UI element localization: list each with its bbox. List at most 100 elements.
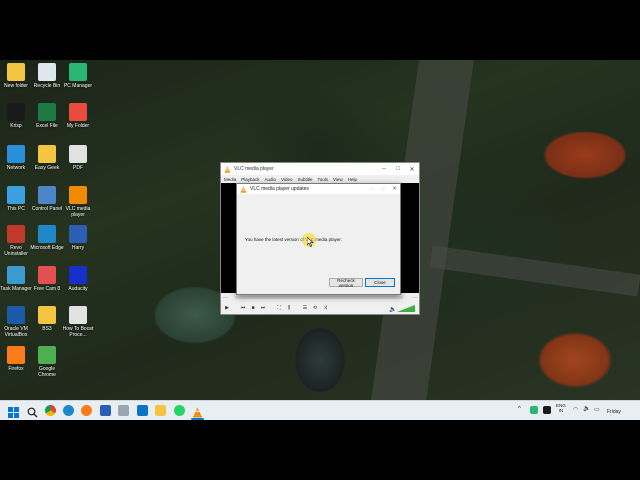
desktop-icon-label: PC Manager [63,83,93,89]
svg-text:🔈: 🔈 [389,306,396,312]
shuffle-icon[interactable]: ⤨ [321,304,329,312]
desktop-icon[interactable]: PDF [61,145,95,171]
mail-taskbar-icon[interactable] [137,405,148,416]
desktop-icon[interactable]: Free Cam 8 [30,266,64,292]
mouse-pointer-icon [307,237,314,247]
desktop-icon[interactable]: Recycle Bin [30,63,64,89]
krisp-icon [7,103,25,121]
house-folder-icon [69,103,87,121]
desktop-icon-label: Krisp [10,123,22,129]
desktop-icon[interactable]: This PC [0,186,33,212]
folder-icon [38,306,56,324]
file-explorer-icon[interactable] [155,405,166,416]
playback-controls: ▶ ⏮ ■ ⏭ ⛶ ⫼ ☰ ⟲ ⤨ [223,303,329,313]
wifi-icon[interactable]: ◠ [573,406,578,413]
loop-icon[interactable]: ⟲ [311,304,319,312]
desktop-icon[interactable]: Task Manager [0,266,33,292]
desktop-icon[interactable]: BS3 [30,306,64,332]
desktop-icon-label: Network [6,165,26,171]
previous-icon[interactable]: ⏮ [239,304,247,312]
road-horizontal [429,245,640,297]
tray-app-icon[interactable] [530,406,538,414]
desktop-icon[interactable]: Control Panel [30,186,64,212]
tray-krisp-icon[interactable] [543,406,551,414]
battery-icon[interactable]: ▭ [594,406,600,413]
desktop-icon[interactable]: Network [0,145,33,171]
this-pc-icon [7,186,25,204]
next-icon[interactable]: ⏭ [259,304,267,312]
minimize-icon[interactable]: – [377,166,391,173]
menu-video[interactable]: Video [281,177,292,182]
desktop-icon[interactable]: Harry [61,225,95,251]
recheck-version-button[interactable]: Recheck version [329,278,363,288]
letterbox-top [0,0,640,60]
excel-icon [38,103,56,121]
speaker-icon[interactable]: 🔈 [583,405,590,412]
desktop-icon-label: How To Boost Proce... [62,326,94,338]
desktop-icon[interactable]: Easy Geek [30,145,64,171]
whatsapp-icon[interactable] [174,405,185,416]
desktop-icon[interactable]: PC Manager [61,63,95,89]
menu-audio[interactable]: Audio [265,177,277,182]
edge-icon [38,225,56,243]
pc-manager-icon [69,63,87,81]
volume-slider[interactable]: 🔈 [389,305,415,312]
start-icon[interactable] [8,405,19,418]
total-time: --:-- [411,295,417,299]
desktop-icon[interactable]: How To Boost Proce... [61,306,95,338]
desktop-icon-label: Recycle Bin [33,83,61,89]
edge-taskbar-icon[interactable] [63,405,74,416]
desktop-icon[interactable]: Krisp [0,103,33,129]
desktop-icon[interactable]: Excel File [30,103,64,129]
close-button[interactable]: Close [365,278,395,287]
firefox-taskbar-icon[interactable] [81,405,92,416]
clock-day[interactable]: Friday [607,409,621,415]
desktop-icon-label: My Folder [66,123,90,129]
desktop-icon[interactable]: Oracle VM VirtualBox [0,306,33,338]
menu-view[interactable]: View [333,177,343,182]
dialog-title-bar[interactable]: VLC media player updates – □ ✕ [237,184,400,194]
vlc-taskbar-icon[interactable] [192,405,203,418]
vlc-icon [69,186,87,204]
dialog-minimize-icon[interactable]: – [367,186,378,192]
chrome-taskbar-icon[interactable] [45,405,56,416]
notes-taskbar-icon[interactable] [100,405,111,416]
desktop-icon[interactable]: Revo Uninstaller [0,225,33,257]
close-icon[interactable]: ✕ [405,166,419,173]
extended-settings-icon[interactable]: ⫼ [285,304,293,312]
desktop-icon-label: BS3 [42,326,52,332]
menu-media[interactable]: Media [224,177,236,182]
dialog-close-icon[interactable]: ✕ [389,186,400,192]
desktop-icon[interactable]: Audacity [61,266,95,292]
lang-line2: IN [558,408,564,413]
desktop-icon[interactable]: VLC media player [61,186,95,218]
play-icon[interactable]: ▶ [223,304,231,312]
language-indicator[interactable]: ENG IN [556,403,566,413]
audacity-icon [69,266,87,284]
maximize-icon[interactable]: □ [391,166,405,173]
desktop-icon[interactable]: Microsoft Edge [30,225,64,251]
tray-chevron-icon[interactable]: ^ [518,406,521,412]
desktop-icon[interactable]: Google Chrome [30,346,64,378]
vlc-title-bar[interactable]: VLC media player – □ ✕ [221,163,419,175]
desktop-icon[interactable]: New folder [0,63,33,89]
seek-bar[interactable] [235,296,403,299]
menu-subtitle[interactable]: Subtitle [297,177,312,182]
terminal-taskbar-icon[interactable] [118,405,129,416]
menu-playback[interactable]: Playback [241,177,259,182]
menu-tools[interactable]: Tools [318,177,329,182]
stop-icon[interactable]: ■ [249,304,257,312]
desktop-icon[interactable]: Firefox [0,346,33,372]
search-icon[interactable] [27,405,38,418]
playlist-icon[interactable]: ☰ [301,304,309,312]
menu-help[interactable]: Help [348,177,357,182]
desktop-icon-label: Task Manager [0,286,32,292]
update-dialog[interactable]: VLC media player updates – □ ✕ You have … [236,183,401,295]
fullscreen-icon[interactable]: ⛶ [275,304,283,312]
vlc-menu-bar: Media Playback Audio Video Subtitle Tool… [221,175,419,183]
dialog-maximize-icon[interactable]: □ [378,186,389,192]
revo-uninstaller-icon [7,225,25,243]
desktop-icon[interactable]: My Folder [61,103,95,129]
taskbar: ^ ENG IN ◠ 🔈 ▭ Friday [0,400,640,420]
task-manager-icon [7,266,25,284]
